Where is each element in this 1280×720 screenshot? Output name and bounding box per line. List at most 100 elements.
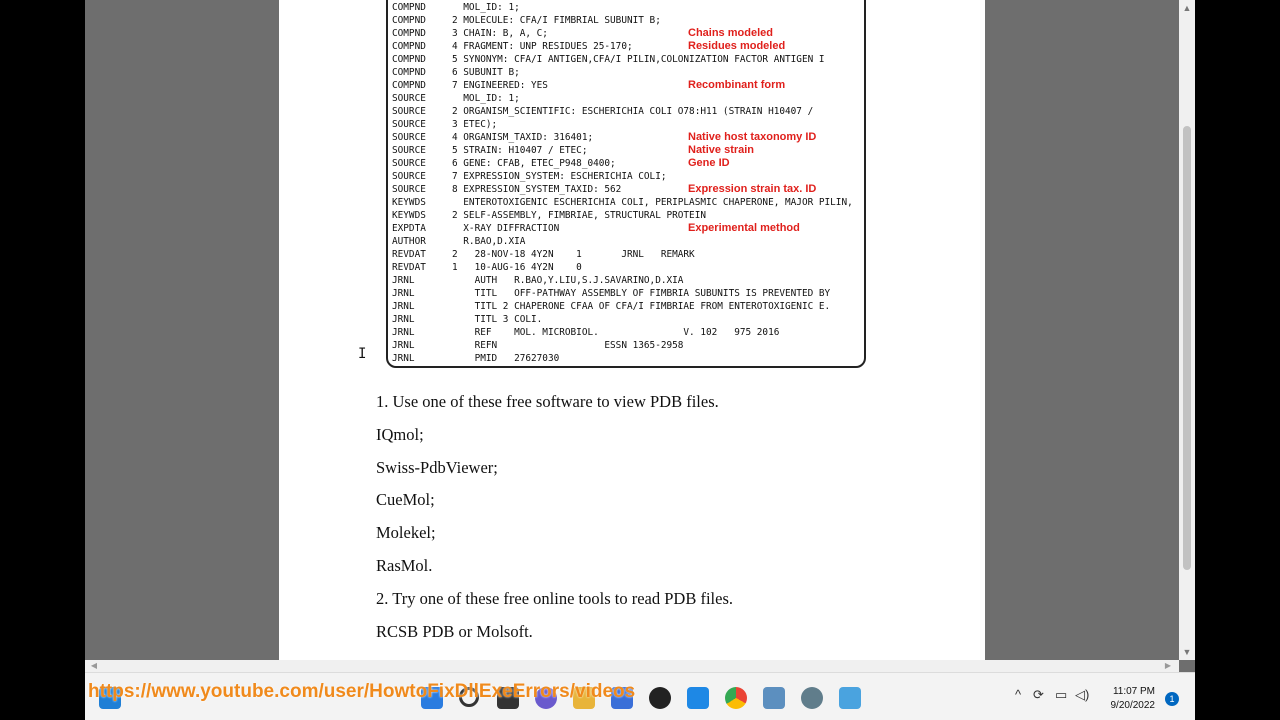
pdb-record-line: JRNL TITL 2 CHAPERONE CFAA OF CFA/I FIMB… bbox=[392, 300, 830, 313]
pdb-record-text: 3 ETEC); bbox=[452, 119, 498, 130]
pdb-record-line: SOURCE 2 ORGANISM_SCIENTIFIC: ESCHERICHIA… bbox=[392, 105, 813, 118]
vertical-scrollbar[interactable]: ▲ ▼ bbox=[1179, 0, 1195, 660]
pdb-record-text: 2 28-NOV-18 4Y2N 1 JRNL REMARK bbox=[452, 249, 695, 260]
pdb-record-type: EXPDTA bbox=[392, 223, 426, 234]
pdb-annotation: Experimental method bbox=[688, 222, 800, 234]
pdb-record-text: 2 SELF-ASSEMBLY, FIMBRIAE, STRUCTURAL PR… bbox=[452, 210, 706, 221]
pdb-record-type: KEYWDS bbox=[392, 197, 426, 208]
pdb-record-type: JRNL bbox=[392, 301, 415, 312]
clock-time: 11:07 PM bbox=[1112, 686, 1155, 697]
article-list-item: Swiss-PdbViewer; bbox=[376, 457, 498, 477]
pdb-record-line: JRNL PMID 27627030 bbox=[392, 352, 559, 365]
pdb-record-type: SOURCE bbox=[392, 132, 426, 143]
horizontal-scrollbar[interactable]: ◀ ▶ bbox=[85, 660, 1179, 672]
pdb-annotation: Recombinant form bbox=[688, 79, 786, 91]
pdb-record-line: REVDAT 2 28-NOV-18 4Y2N 1 JRNL REMARK bbox=[392, 248, 695, 261]
media-player-icon[interactable] bbox=[649, 687, 671, 709]
pdb-record-text: 5 STRAIN: H10407 / ETEC; bbox=[452, 145, 588, 156]
pdb-record-type: SOURCE bbox=[392, 171, 426, 182]
pdb-record-text: R.BAO,D.XIA bbox=[452, 236, 526, 247]
pdb-record-text: MOL_ID: 1; bbox=[452, 2, 520, 13]
pdb-record-type: SOURCE bbox=[392, 119, 426, 130]
text-cursor-icon: I bbox=[358, 346, 367, 362]
pdb-record-text: REFN ESSN 1365-2958 bbox=[452, 340, 684, 351]
pdb-record-line: AUTHOR R.BAO,D.XIA bbox=[392, 235, 525, 248]
pdb-record-type: COMPND bbox=[392, 80, 426, 91]
pdb-record-line: COMPND 5 SYNONYM: CFA/I ANTIGEN,CFA/I PIL… bbox=[392, 53, 825, 66]
article-step: 1. Use one of these free software to vie… bbox=[376, 392, 719, 411]
pdb-record-line: COMPND 2 MOLECULE: CFA/I FIMBRIAL SUBUNIT… bbox=[392, 14, 661, 27]
pdb-record-line: EXPDTA X-RAY DIFFRACTION bbox=[392, 222, 559, 235]
notification-badge[interactable]: 1 bbox=[1165, 692, 1179, 706]
pdb-record-type: AUTHOR bbox=[392, 236, 426, 247]
pdb-annotation: Residues modeled bbox=[688, 40, 786, 52]
pdb-record-type: SOURCE bbox=[392, 184, 426, 195]
settings-icon[interactable] bbox=[801, 687, 823, 709]
pdb-record-line: COMPND MOL_ID: 1; bbox=[392, 1, 520, 14]
pdb-record-line: COMPND 3 CHAIN: B, A, C; bbox=[392, 27, 548, 40]
pdb-record-type: JRNL bbox=[392, 288, 415, 299]
pdb-record-text: 6 GENE: CFAB, ETEC_P948_0400; bbox=[452, 158, 616, 169]
pdb-record-text: TITL OFF-PATHWAY ASSEMBLY OF FIMBRIA SUB… bbox=[452, 288, 831, 299]
pdb-header-figure: TITLE STRUCTURE OF CFA/I FIMBRIAL SUBUNI… bbox=[386, 0, 866, 368]
photos-icon[interactable] bbox=[763, 687, 785, 709]
network-icon[interactable]: ▭ bbox=[1055, 687, 1067, 703]
pdb-record-text: PMID 27627030 bbox=[452, 353, 560, 364]
pdb-record-type: COMPND bbox=[392, 67, 426, 78]
pdb-record-type: KEYWDS bbox=[392, 210, 426, 221]
pdb-record-text: 5 SYNONYM: CFA/I ANTIGEN,CFA/I PILIN,COL… bbox=[452, 54, 825, 65]
scrollbar-thumb[interactable] bbox=[1183, 126, 1191, 570]
pdb-annotation: Gene ID bbox=[688, 157, 730, 169]
pdb-record-line: SOURCE 4 ORGANISM_TAXID: 316401; bbox=[392, 131, 593, 144]
pdb-record-type: COMPND bbox=[392, 28, 426, 39]
pdb-record-type: COMPND bbox=[392, 54, 426, 65]
article-step: 2. Try one of these free online tools to… bbox=[376, 588, 733, 608]
pdb-record-type: JRNL bbox=[392, 314, 415, 325]
pdb-annotation: Native host taxonomy ID bbox=[688, 131, 817, 143]
pdb-record-type: SOURCE bbox=[392, 93, 426, 104]
pdb-record-text: 8 EXPRESSION_SYSTEM_TAXID: 562 bbox=[452, 184, 622, 195]
app-blue-icon[interactable] bbox=[687, 687, 709, 709]
chrome-icon[interactable] bbox=[725, 687, 747, 709]
pdb-record-line: SOURCE 8 EXPRESSION_SYSTEM_TAXID: 562 bbox=[392, 183, 621, 196]
pdb-record-text: 4 FRAGMENT: UNP RESIDUES 25-170; bbox=[452, 41, 633, 52]
pdb-record-line: SOURCE 3 ETEC); bbox=[392, 118, 497, 131]
volume-icon[interactable]: ◁) bbox=[1075, 687, 1089, 703]
pdb-annotation: Chains modeled bbox=[688, 27, 773, 39]
pdb-annotation: Expression strain tax. ID bbox=[688, 183, 817, 195]
pdb-record-text: ENTEROTOXIGENIC ESCHERICHIA COLI, PERIPL… bbox=[452, 197, 853, 208]
pdb-record-text: X-RAY DIFFRACTION bbox=[452, 223, 560, 234]
pdb-record-text: MOL_ID: 1; bbox=[452, 93, 520, 104]
pdb-record-line: JRNL AUTH R.BAO,Y.LIU,S.J.SAVARINO,D.XIA bbox=[392, 274, 683, 287]
pdb-record-text: 3 CHAIN: B, A, C; bbox=[452, 28, 548, 39]
pdb-record-type: JRNL bbox=[392, 340, 415, 351]
pdb-record-text: AUTH R.BAO,Y.LIU,S.J.SAVARINO,D.XIA bbox=[452, 275, 684, 286]
pdb-record-line: SOURCE MOL_ID: 1; bbox=[392, 92, 520, 105]
pdb-annotation: Native strain bbox=[688, 144, 755, 156]
pdb-record-line: KEYWDS 2 SELF-ASSEMBLY, FIMBRIAE, STRUCTU… bbox=[392, 209, 706, 222]
remote-desktop-icon[interactable] bbox=[839, 687, 861, 709]
sync-icon[interactable]: ⟳ bbox=[1033, 687, 1044, 703]
pdb-record-text: 6 SUBUNIT B; bbox=[452, 67, 520, 78]
pdb-record-text: 2 ORGANISM_SCIENTIFIC: ESCHERICHIA COLI … bbox=[452, 106, 814, 117]
document-page: TITLE STRUCTURE OF CFA/I FIMBRIAL SUBUNI… bbox=[279, 0, 985, 660]
pdb-record-text: TITL 2 CHAPERONE CFAA OF CFA/I FIMBRIAE … bbox=[452, 301, 831, 312]
pdb-record-line: JRNL TITL 3 COLI. bbox=[392, 313, 542, 326]
article-list-item: RCSB PDB or Molsoft. bbox=[376, 621, 533, 641]
pdb-record-line: COMPND 6 SUBUNIT B; bbox=[392, 66, 520, 79]
scroll-up-icon[interactable]: ▲ bbox=[1179, 0, 1195, 16]
pdb-record-line: JRNL REF MOL. MICROBIOL. V. 102 975 2016 bbox=[392, 326, 779, 339]
scroll-right-icon[interactable]: ▶ bbox=[1161, 660, 1175, 672]
pdb-record-line: COMPND 7 ENGINEERED: YES bbox=[392, 79, 548, 92]
pdb-record-line: JRNL TITL OFF-PATHWAY ASSEMBLY OF FIMBRI… bbox=[392, 287, 830, 300]
desktop-screen: TITLE STRUCTURE OF CFA/I FIMBRIAL SUBUNI… bbox=[85, 0, 1195, 720]
pdb-record-type: COMPND bbox=[392, 15, 426, 26]
pdb-record-text: 4 ORGANISM_TAXID: 316401; bbox=[452, 132, 594, 143]
chevron-up-icon[interactable]: ^ bbox=[1015, 687, 1021, 702]
scroll-down-icon[interactable]: ▼ bbox=[1179, 644, 1195, 660]
pdb-record-text: 7 EXPRESSION_SYSTEM: ESCHERICHIA COLI; bbox=[452, 171, 667, 182]
pdb-record-line: KEYWDS ENTEROTOXIGENIC ESCHERICHIA COLI,… bbox=[392, 196, 853, 209]
taskbar-clock[interactable]: 11:07 PM 9/20/2022 bbox=[1111, 685, 1156, 713]
scroll-left-icon[interactable]: ◀ bbox=[87, 660, 101, 672]
pdb-record-type: SOURCE bbox=[392, 158, 426, 169]
